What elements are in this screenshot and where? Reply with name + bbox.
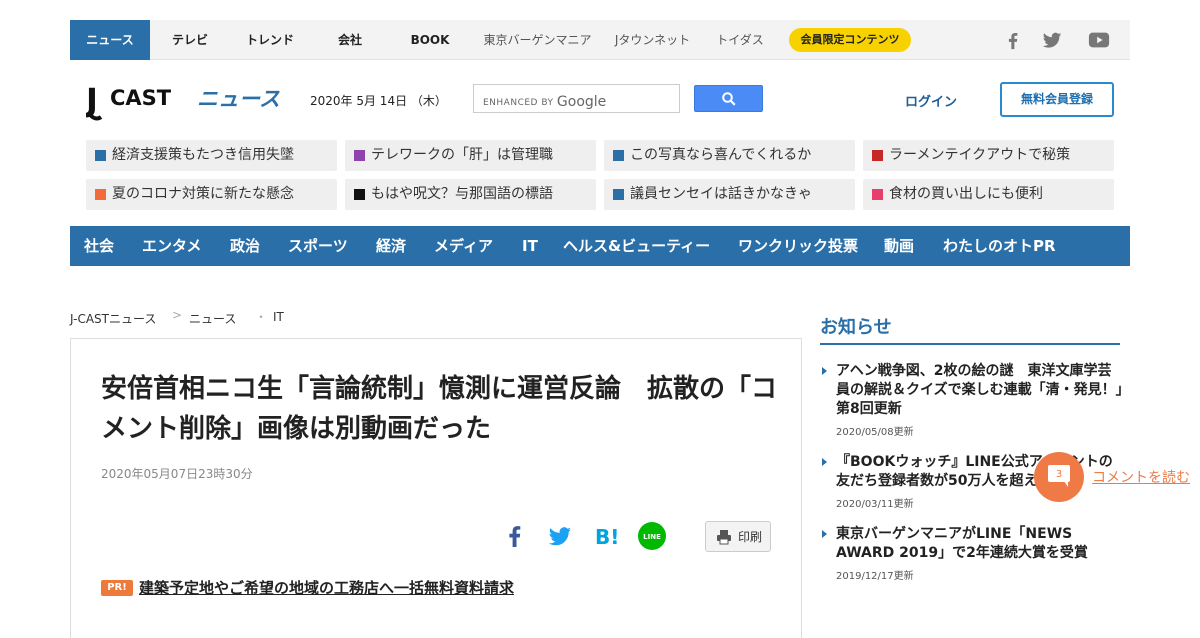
topic-marker [354,189,365,200]
search-icon [722,92,736,106]
topic-link[interactable]: この写真なら喜んでくれるか [604,140,855,171]
header-date: 2020年 5月 14日 （木） [310,94,447,108]
top-nav-company[interactable]: 会社 [310,20,390,60]
register-button[interactable]: 無料会員登録 [1000,82,1114,117]
read-comments-link[interactable]: コメントを読む [1092,467,1190,487]
article-published-date: 2020年05月07日23時30分 [101,467,253,481]
notice-item[interactable]: 東京バーゲンマニアがLINE「NEWS AWARD 2019」で2年連続大賞を受… [822,525,1124,582]
enhanced-by-label: ENHANCED BY [483,98,554,108]
login-link[interactable]: ログイン [905,91,957,110]
top-nav-bargain-mania[interactable]: 東京バーゲンマニア [475,20,600,60]
top-nav-book[interactable]: BOOK [390,20,470,60]
topic-marker [354,150,365,161]
topic-marker [95,150,106,161]
jcast-news-logo[interactable]: J CAST ニュース [84,80,286,126]
category-it[interactable]: IT [522,226,538,266]
topic-label: もはや呪文？与那国語の標語 [371,186,553,202]
search-placeholder: ENHANCED BY Google [483,93,607,110]
category-watashi-no-oto[interactable]: わたしのオトPR [943,226,1056,266]
hatena-bookmark-icon[interactable]: B! [592,521,622,551]
category-navigation: 社会 エンタメ 政治 スポーツ 経済 メディア IT ヘルス&ビューティー ワン… [70,226,1130,266]
topic-label: 食材の買い出しにも便利 [889,186,1043,202]
print-button[interactable]: 印刷 [705,521,771,552]
topic-link[interactable]: 食材の買い出しにも便利 [863,179,1114,210]
category-one-click-vote[interactable]: ワンクリック投票 [738,226,858,266]
top-navigation-bar: ニュース テレビ トレンド 会社 BOOK 東京バーゲンマニア Jタウンネット … [70,20,1130,60]
facebook-share-icon[interactable] [500,521,530,551]
logo-news: ニュース [197,87,280,111]
topic-link[interactable]: 夏のコロナ対策に新たな懸念 [86,179,337,210]
topic-marker [872,150,883,161]
notice-title: 東京バーゲンマニアがLINE「NEWS AWARD 2019」で2年連続大賞を受… [836,526,1088,561]
category-entertainment[interactable]: エンタメ [142,226,202,266]
breadcrumb-news[interactable]: ニュース [189,310,236,327]
topic-label: 夏のコロナ対策に新たな懸念 [112,186,294,202]
breadcrumb-separator: > [172,308,183,322]
top-nav-toidas[interactable]: トイダス [705,20,775,60]
topic-label: 経済支援策もたつき信用失墜 [112,147,294,163]
category-economy[interactable]: 経済 [376,226,406,266]
article-headline: 安倍首相ニコ生「言論統制」憶測に運営反論 拡散の「コメント削除」画像は別動画だっ… [101,374,778,444]
article-card: 安倍首相ニコ生「言論統制」憶測に運営反論 拡散の「コメント削除」画像は別動画だっ… [70,338,802,638]
caret-right-icon [822,367,827,375]
topic-label: この写真なら喜んでくれるか [630,147,812,163]
logo-j: J [86,81,98,119]
member-content-button[interactable]: 会員限定コンテンツ [789,28,911,52]
top-nav-tv[interactable]: テレビ [150,20,230,60]
jcast-logo-mark: J CAST ニュース [84,81,280,121]
google-label: Google [556,94,607,110]
topic-link[interactable]: 経済支援策もたつき信用失墜 [86,140,337,171]
notice-date: 2019/12/17更新 [836,571,914,582]
notice-item[interactable]: アヘン戦争図、2枚の絵の謎 東洋文庫学芸員の解説＆クイズで楽しむ連載「清・発見！… [822,362,1124,438]
top-nav-news[interactable]: ニュース [70,20,150,60]
twitter-icon[interactable] [1041,29,1063,51]
topic-marker [872,189,883,200]
notice-title: アヘン戦争図、2枚の絵の謎 東洋文庫学芸員の解説＆クイズで楽しむ連載「清・発見！… [836,363,1123,417]
sidebar-divider [820,343,1120,345]
topic-link[interactable]: もはや呪文？与那国語の標語 [345,179,596,210]
breadcrumb-separator: ・ [255,310,268,324]
top-nav-trend[interactable]: トレンド [230,20,310,60]
comment-count: 3 [1055,469,1063,480]
breadcrumb-it[interactable]: IT [273,310,284,324]
topic-label: 議員センセイは話きかなきゃ [630,186,812,202]
twitter-share-icon[interactable] [545,521,575,551]
category-media[interactable]: メディア [434,226,493,266]
printer-icon [717,530,731,545]
line-share-icon[interactable]: LINE [637,521,667,551]
notice-date: 2020/05/08更新 [836,427,914,438]
category-health-beauty[interactable]: ヘルス&ビューティー [563,226,710,266]
facebook-icon[interactable] [1002,29,1024,51]
top-nav-jtown-net[interactable]: Jタウンネット [605,20,700,60]
category-video[interactable]: 動画 [884,226,914,266]
sidebar-title: お知らせ [820,317,892,338]
caret-right-icon [822,530,827,538]
print-label: 印刷 [738,530,763,544]
pr-badge: PR! [101,580,133,596]
topic-label: テレワークの「肝」は管理職 [371,147,553,163]
topic-label: ラーメンテイクアウトで秘策 [889,147,1071,163]
pr-ad-link[interactable]: 建築予定地やご希望の地域の工務店へ一括無料資料請求 [139,577,514,598]
search-input[interactable]: ENHANCED BY Google [473,84,680,113]
topic-link[interactable]: ラーメンテイクアウトで秘策 [863,140,1114,171]
logo-cast: CAST [110,86,172,110]
caret-right-icon [822,458,827,466]
youtube-icon[interactable] [1087,29,1111,51]
topic-marker [613,189,624,200]
category-sports[interactable]: スポーツ [288,226,348,266]
category-politics[interactable]: 政治 [230,226,260,266]
search-button[interactable] [694,85,763,112]
topic-link[interactable]: 議員センセイは話きかなきゃ [604,179,855,210]
topic-marker [613,150,624,161]
svg-text:LINE: LINE [643,533,661,541]
svg-text:B!: B! [595,525,619,549]
topic-link[interactable]: テレワークの「肝」は管理職 [345,140,596,171]
category-society[interactable]: 社会 [84,226,114,266]
topic-marker [95,189,106,200]
breadcrumb-home[interactable]: J-CASTニュース [70,310,156,327]
